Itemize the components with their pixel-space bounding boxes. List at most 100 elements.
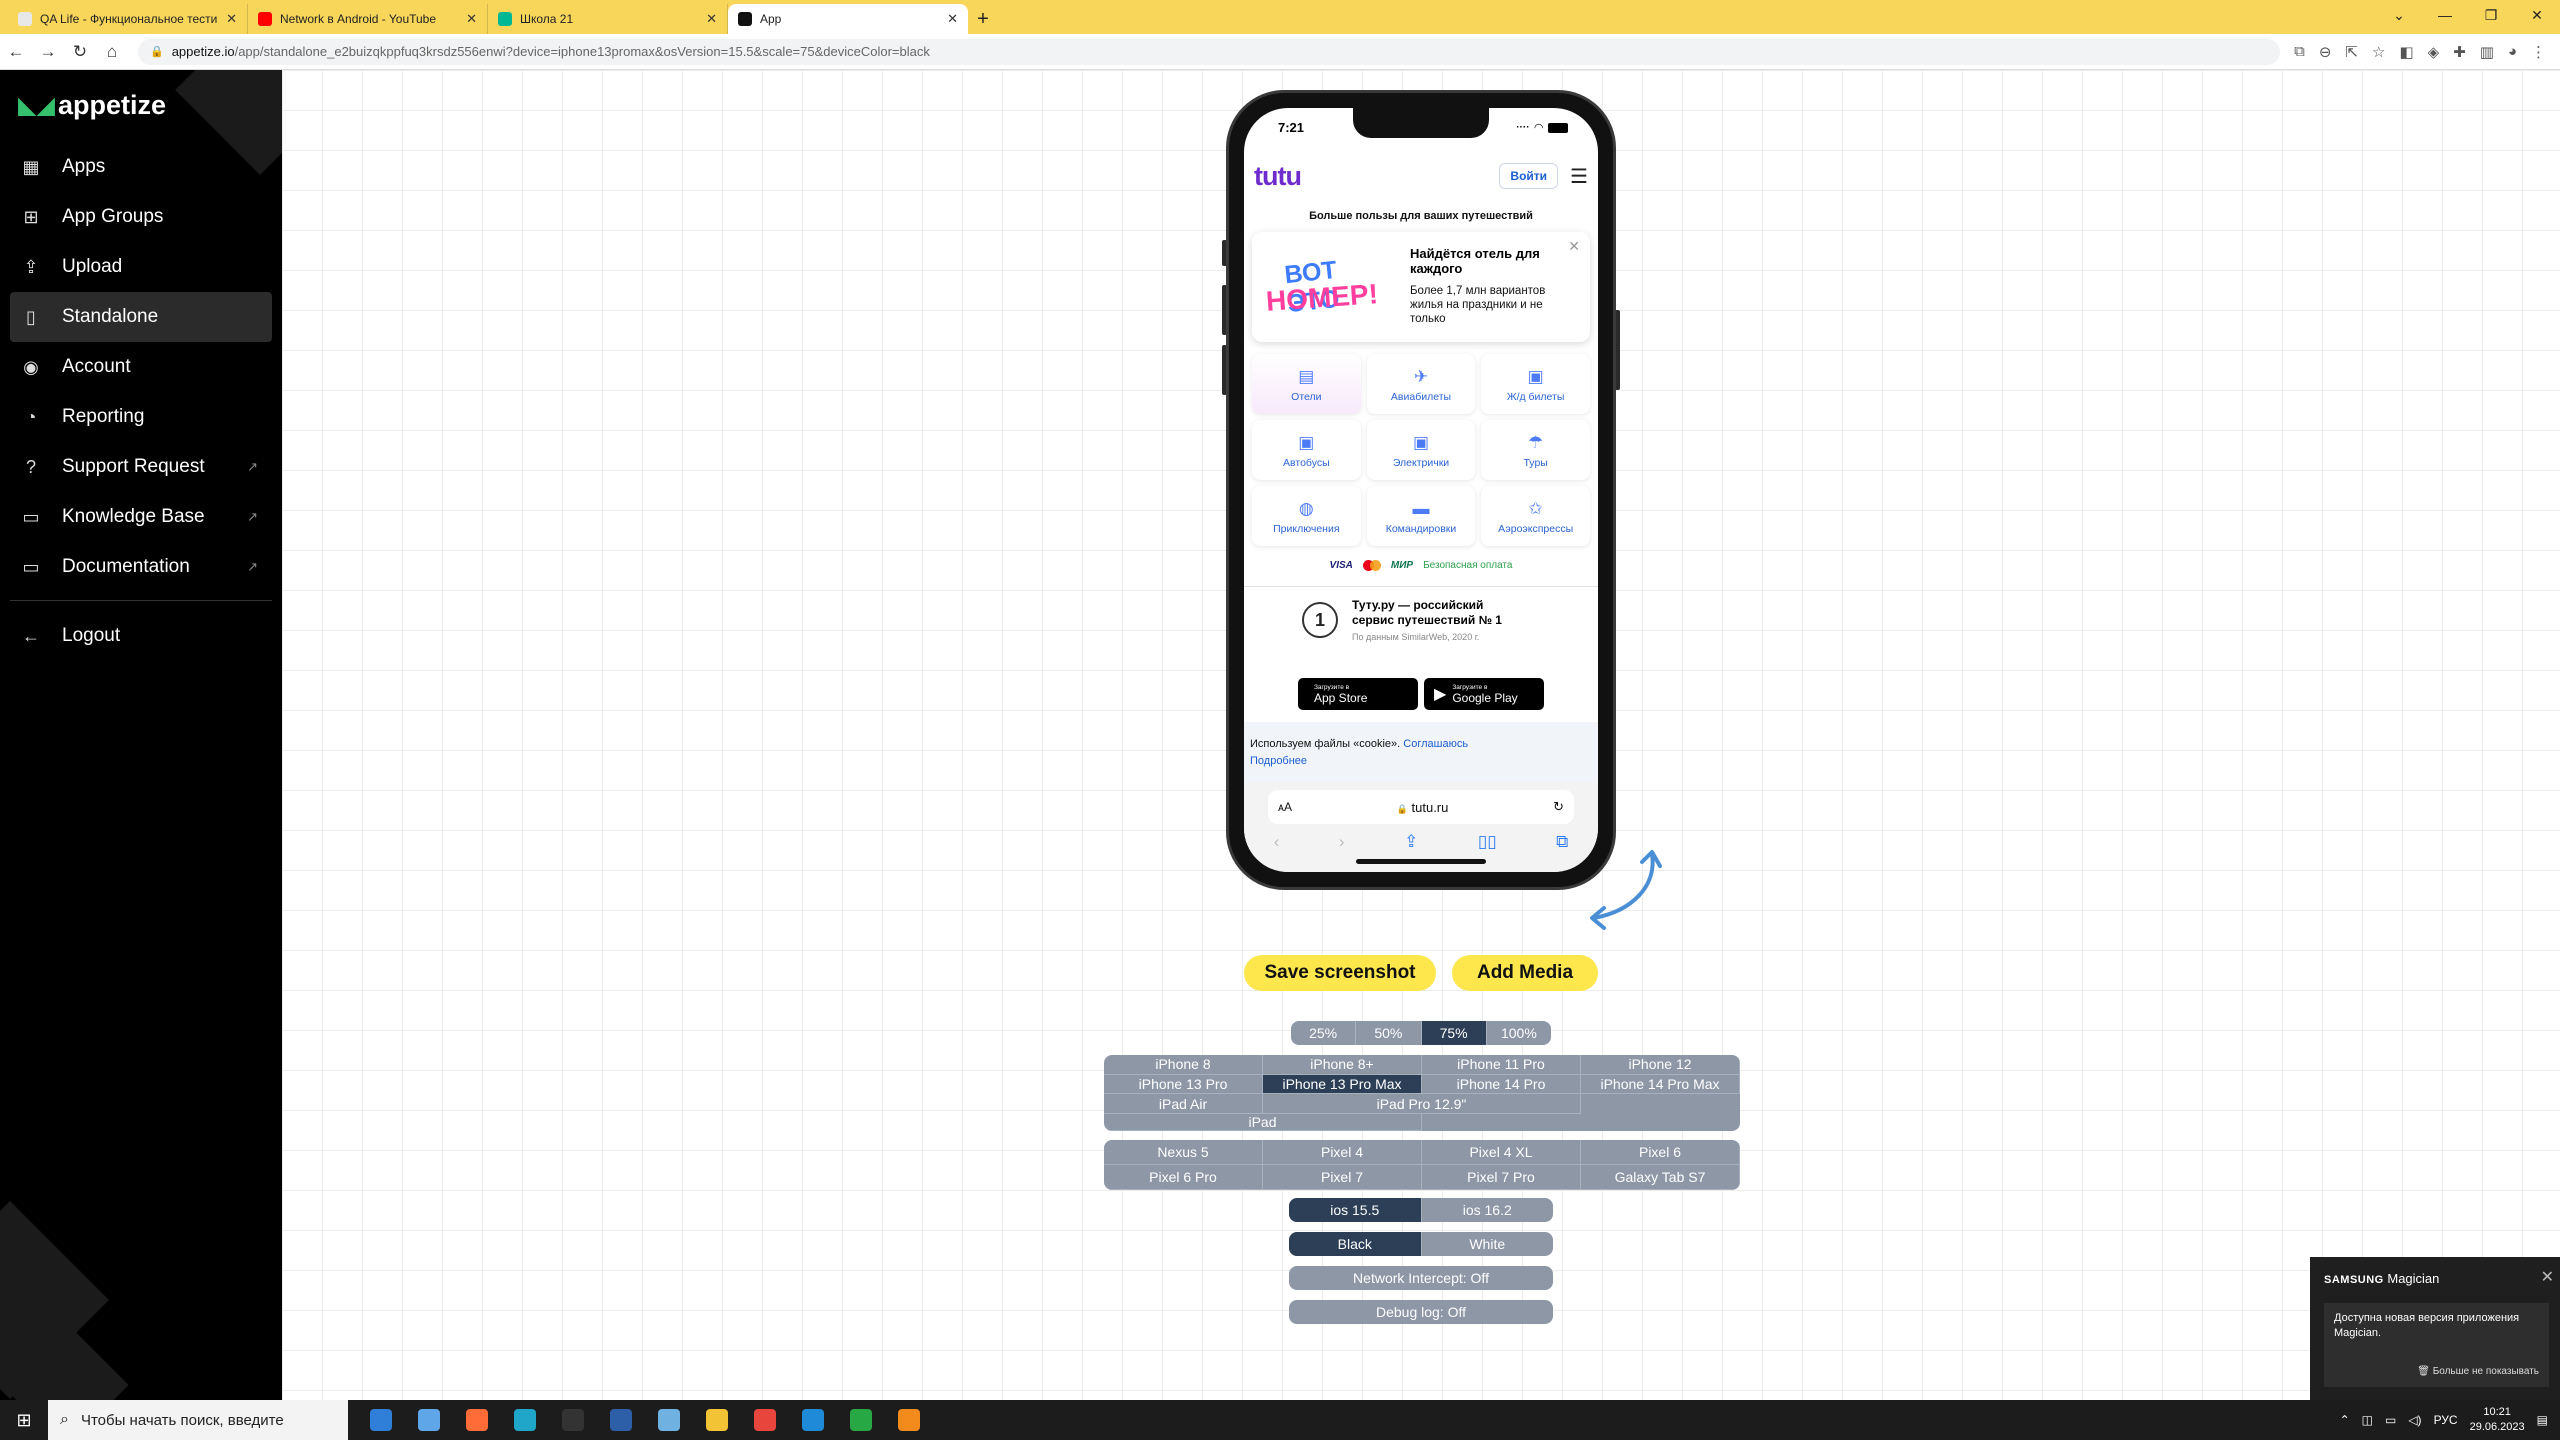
- sidebar-item-upload[interactable]: ⇪ Upload: [10, 242, 272, 292]
- device-option[interactable]: Pixel 6 Pro: [1104, 1165, 1263, 1190]
- os-version-option[interactable]: ios 16.2: [1422, 1198, 1554, 1222]
- logout-button[interactable]: ← Logout: [10, 611, 272, 661]
- translate-icon[interactable]: ⧉: [2294, 43, 2305, 61]
- sublime-icon[interactable]: [890, 1401, 928, 1439]
- windows-start-icon[interactable]: ⊞: [0, 1410, 48, 1431]
- device-option[interactable]: iPad Air: [1104, 1094, 1263, 1114]
- device-option[interactable]: iPhone 13 Pro Max: [1263, 1074, 1422, 1095]
- xbox-icon[interactable]: [842, 1401, 880, 1439]
- explorer-icon[interactable]: [410, 1401, 448, 1439]
- service-tile[interactable]: ✈ Авиабилеты: [1366, 354, 1476, 414]
- service-tile[interactable]: ▬ Командировки: [1366, 486, 1476, 546]
- device-option[interactable]: iPhone 14 Pro Max: [1581, 1074, 1740, 1095]
- service-tile[interactable]: ✩ Аэроэкспрессы: [1481, 486, 1590, 546]
- powershell-icon[interactable]: [602, 1401, 640, 1439]
- hamburger-menu-icon[interactable]: ☰: [1570, 164, 1588, 189]
- vscode-icon[interactable]: [794, 1401, 832, 1439]
- device-option[interactable]: iPhone 8+: [1263, 1055, 1422, 1075]
- close-window-button[interactable]: ✕: [2514, 0, 2560, 30]
- sidepanel-icon[interactable]: ▥: [2480, 43, 2494, 61]
- close-icon[interactable]: ✕: [2541, 1267, 2554, 1287]
- device-screen[interactable]: 7:21 ···· ◠ tutu Войти ☰ Больше пользы дл…: [1244, 108, 1598, 872]
- safari-bookmarks-icon[interactable]: ▯▯: [1478, 832, 1497, 852]
- bookmark-star-icon[interactable]: ☆: [2372, 43, 2385, 61]
- postman-icon[interactable]: [458, 1401, 496, 1439]
- device-option[interactable]: iPhone 11 Pro: [1422, 1055, 1581, 1075]
- promo-banner[interactable]: ВОТ ЭТО НОМЕР! Найдётся отель для каждог…: [1252, 232, 1590, 342]
- sidebar-item-apps[interactable]: ▦ Apps: [10, 142, 272, 192]
- tray-app-icon[interactable]: ◫: [2362, 1413, 2373, 1427]
- device-option[interactable]: Pixel 7: [1263, 1165, 1422, 1190]
- sidebar-item-app-groups[interactable]: ⊞ App Groups: [10, 192, 272, 242]
- sidebar-item-support-request[interactable]: ? Support Request ↗: [10, 442, 272, 492]
- device-option[interactable]: Pixel 4 XL: [1422, 1140, 1581, 1165]
- device-option[interactable]: Pixel 4: [1263, 1140, 1422, 1165]
- safari-back-icon[interactable]: ‹: [1274, 832, 1280, 852]
- device-option[interactable]: Pixel 7 Pro: [1422, 1165, 1581, 1190]
- sidebar-item-standalone[interactable]: ▯ Standalone: [10, 292, 272, 342]
- scale-option[interactable]: 75%: [1421, 1021, 1487, 1045]
- os-version-option[interactable]: ios 15.5: [1289, 1198, 1422, 1222]
- appetize-logo[interactable]: ◣◢ appetize: [18, 90, 166, 121]
- scale-option[interactable]: 25%: [1291, 1021, 1357, 1045]
- close-tab-icon[interactable]: ✕: [947, 11, 958, 27]
- extension-2-icon[interactable]: ◈: [2428, 43, 2440, 61]
- clock[interactable]: 10:21 29.06.2023: [2470, 1405, 2525, 1435]
- cookie-more-link[interactable]: Подробнее: [1250, 755, 1307, 767]
- close-tab-icon[interactable]: ✕: [706, 11, 717, 27]
- reload-button[interactable]: ↻: [64, 42, 96, 62]
- terminal-icon[interactable]: [554, 1401, 592, 1439]
- service-tile[interactable]: ▣ Электрички: [1366, 420, 1476, 480]
- chrome-icon[interactable]: [746, 1401, 784, 1439]
- browser-tab[interactable]: App ✕: [728, 4, 968, 34]
- new-tab-button[interactable]: +: [968, 4, 998, 34]
- edge-icon[interactable]: [506, 1401, 544, 1439]
- forward-button[interactable]: →: [32, 42, 64, 62]
- sidebar-item-reporting[interactable]: ◔ Reporting: [10, 392, 272, 442]
- add-media-button[interactable]: Add Media: [1452, 955, 1598, 991]
- scale-option[interactable]: 100%: [1487, 1021, 1551, 1045]
- notifications-icon[interactable]: ▤: [2537, 1413, 2548, 1427]
- service-tile[interactable]: ▣ Ж/д билеты: [1481, 354, 1590, 414]
- menu-dots-icon[interactable]: ⋮: [2531, 43, 2546, 61]
- service-tile[interactable]: ▣ Автобусы: [1252, 420, 1361, 480]
- url-field[interactable]: 🔒 appetize.io/app/standalone_e2buizqkppf…: [138, 38, 2281, 65]
- debug-log-toggle[interactable]: Debug log: Off: [1289, 1300, 1553, 1324]
- chevron-up-icon[interactable]: ⌃: [2340, 1413, 2350, 1427]
- device-option[interactable]: Nexus 5: [1104, 1140, 1263, 1165]
- reload-icon[interactable]: ↻: [1553, 799, 1564, 815]
- browser-tab[interactable]: QA Life - Функциональное тести ✕: [8, 4, 248, 34]
- device-option[interactable]: iPhone 13 Pro: [1104, 1074, 1263, 1095]
- chevron-down-icon[interactable]: ⌄: [2376, 0, 2422, 30]
- device-option[interactable]: iPhone 14 Pro: [1422, 1074, 1581, 1095]
- device-option[interactable]: Pixel 6: [1581, 1140, 1740, 1165]
- language-indicator[interactable]: РУС: [2434, 1413, 2458, 1427]
- close-tab-icon[interactable]: ✕: [466, 11, 477, 27]
- safari-tabs-icon[interactable]: ⧉: [1556, 832, 1568, 852]
- cookie-agree-link[interactable]: Соглашаюсь: [1403, 738, 1468, 750]
- app-store-button[interactable]: Загрузите в App Store: [1298, 678, 1418, 710]
- zoom-icon[interactable]: ⊖: [2319, 43, 2332, 61]
- samsung-magician-notification[interactable]: SAMSUNG Magician ✕ Доступна новая версия…: [2310, 1257, 2560, 1400]
- share-icon[interactable]: ⇱: [2345, 43, 2358, 61]
- tutu-logo[interactable]: tutu: [1254, 161, 1302, 192]
- login-button[interactable]: Войти: [1499, 163, 1559, 189]
- minimize-button[interactable]: —: [2422, 0, 2468, 30]
- home-button[interactable]: ⌂: [96, 42, 128, 62]
- toast-dismiss-link[interactable]: 🗑 Больше не показывать: [2417, 1364, 2539, 1379]
- device-color-option[interactable]: White: [1422, 1232, 1554, 1256]
- sidebar-item-knowledge-base[interactable]: ▭ Knowledge Base ↗: [10, 492, 272, 542]
- service-tile[interactable]: ◍ Приключения: [1252, 486, 1361, 546]
- puzzle-icon[interactable]: ✚: [2453, 43, 2466, 61]
- text-size-button[interactable]: ᴀA: [1278, 800, 1292, 814]
- service-tile[interactable]: ☂ Туры: [1481, 420, 1590, 480]
- network-intercept-toggle[interactable]: Network Intercept: Off: [1289, 1266, 1553, 1290]
- folder-icon[interactable]: [698, 1401, 736, 1439]
- device-option[interactable]: iPad Pro 12.9": [1263, 1094, 1581, 1114]
- service-tile[interactable]: ▤ Отели: [1252, 354, 1361, 414]
- profile-avatar[interactable]: ◕: [2508, 43, 2517, 61]
- device-option[interactable]: iPhone 8: [1104, 1055, 1263, 1075]
- notepad-icon[interactable]: [650, 1401, 688, 1439]
- browser-tab[interactable]: Network в Android - YouTube ✕: [248, 4, 488, 34]
- home-indicator[interactable]: [1356, 859, 1486, 864]
